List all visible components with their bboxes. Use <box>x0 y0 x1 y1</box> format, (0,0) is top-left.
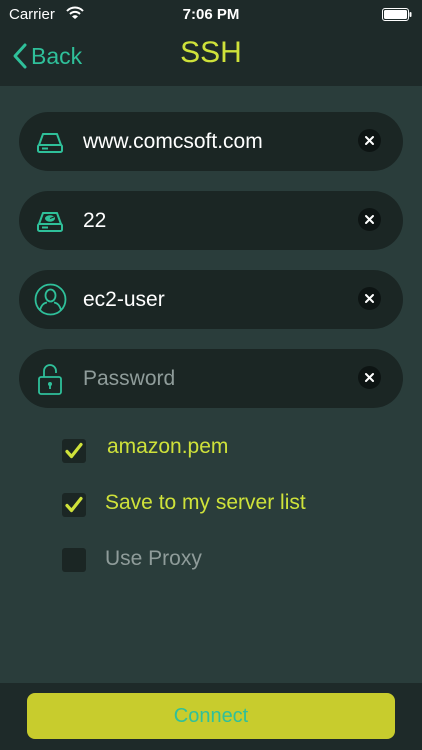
battery-icon <box>382 8 412 21</box>
use-proxy-checkbox[interactable] <box>62 548 86 572</box>
close-icon <box>365 294 374 303</box>
clock: 7:06 PM <box>182 6 240 23</box>
clear-port-button[interactable] <box>358 208 381 231</box>
close-icon <box>365 136 374 145</box>
unlock-icon <box>38 364 62 395</box>
save-server-list-checkbox[interactable] <box>62 493 86 517</box>
amazon-pem-checkbox[interactable] <box>62 439 86 463</box>
close-icon <box>365 215 374 224</box>
host-field[interactable]: www.comcsoft.com <box>19 112 403 171</box>
navigation-bar: Back SSH <box>0 30 422 86</box>
checkmark-icon <box>65 442 83 459</box>
port-field[interactable]: 22 <box>19 191 403 250</box>
host-value: www.comcsoft.com <box>83 130 263 153</box>
page-title: SSH <box>180 36 242 69</box>
username-field[interactable]: ec2-user <box>19 270 403 329</box>
clear-password-button[interactable] <box>358 366 381 389</box>
close-icon <box>365 373 374 382</box>
user-icon <box>34 283 67 316</box>
clear-host-button[interactable] <box>358 129 381 152</box>
use-proxy-label[interactable]: Use Proxy <box>105 547 202 571</box>
status-bar: Carrier 7:06 PM <box>0 0 422 30</box>
bottom-bar: Connect <box>0 683 422 750</box>
save-server-list-label[interactable]: Save to my server list <box>105 491 306 515</box>
drive-icon <box>37 133 63 153</box>
port-drive-icon <box>37 212 63 232</box>
clear-username-button[interactable] <box>358 287 381 310</box>
password-input[interactable] <box>83 349 343 408</box>
port-value: 22 <box>83 209 107 232</box>
checkmark-icon <box>65 496 83 513</box>
password-field[interactable] <box>19 349 403 408</box>
amazon-pem-label[interactable]: amazon.pem <box>107 435 228 459</box>
connect-button[interactable]: Connect <box>27 693 395 739</box>
username-value: ec2-user <box>83 288 165 311</box>
